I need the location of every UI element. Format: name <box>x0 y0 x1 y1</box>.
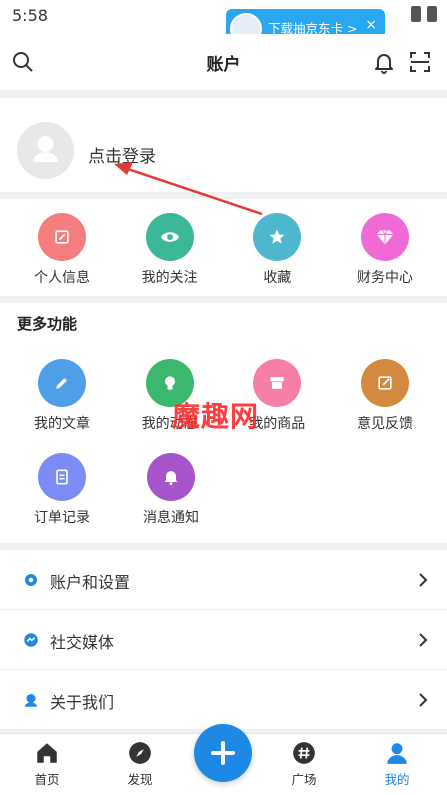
annotation-arrow <box>114 162 263 216</box>
